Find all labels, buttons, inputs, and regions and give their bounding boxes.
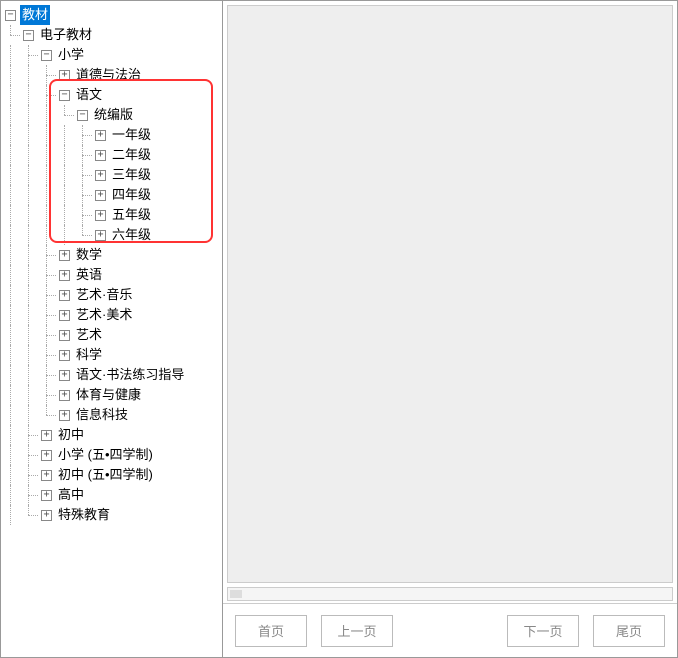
last-page-button[interactable]: 尾页	[593, 615, 665, 647]
tree-label[interactable]: 高中	[56, 485, 86, 505]
toggle-icon[interactable]	[59, 410, 70, 421]
tree-node-stage: 小学 (五•四学制)	[5, 445, 222, 465]
toggle-icon[interactable]	[41, 470, 52, 481]
tree-label[interactable]: 小学 (五•四学制)	[56, 445, 155, 465]
toggle-icon[interactable]	[95, 150, 106, 161]
tree-node-primary: 小学 道德与法治	[5, 45, 222, 425]
content-main	[227, 5, 673, 583]
tree-node-grade: 一年级	[5, 125, 222, 145]
tree-label[interactable]: 艺术·音乐	[74, 285, 134, 305]
toggle-icon[interactable]	[95, 190, 106, 201]
toggle-icon[interactable]	[41, 510, 52, 521]
tree-node-grade: 五年级	[5, 205, 222, 225]
tree-label[interactable]: 五年级	[110, 205, 153, 225]
tree-label[interactable]: 艺术·美术	[74, 305, 134, 325]
horizontal-scrollbar[interactable]	[227, 587, 673, 601]
next-page-button[interactable]: 下一页	[507, 615, 579, 647]
tree-label[interactable]: 科学	[74, 345, 104, 365]
toggle-icon[interactable]	[59, 330, 70, 341]
toggle-icon[interactable]	[59, 70, 70, 81]
tree-label[interactable]: 英语	[74, 265, 104, 285]
tree-node-subject: 信息科技	[5, 405, 222, 425]
tree-node-ebook: 电子教材 小学	[5, 25, 222, 525]
tree-label-root[interactable]: 教材	[20, 5, 50, 25]
tree-label[interactable]: 道德与法治	[74, 65, 143, 85]
toggle-icon[interactable]	[41, 430, 52, 441]
toggle-icon[interactable]	[59, 390, 70, 401]
tree-node-subject: 数学	[5, 245, 222, 265]
tree-label[interactable]: 语文·书法练习指导	[74, 365, 186, 385]
tree-label[interactable]: 小学	[56, 45, 86, 65]
toggle-icon[interactable]	[59, 350, 70, 361]
tree-node-subject: 艺术·音乐	[5, 285, 222, 305]
tree-node-edition: 统编版 一年级二年级三年级四年级五年级六年级	[5, 105, 222, 245]
tree-node-grade: 二年级	[5, 145, 222, 165]
tree-node-root: 教材 电子教材	[5, 5, 222, 525]
tree-label[interactable]: 统编版	[92, 105, 135, 125]
toggle-icon[interactable]	[41, 450, 52, 461]
tree-label[interactable]: 语文	[74, 85, 104, 105]
tree-label[interactable]: 三年级	[110, 165, 153, 185]
toggle-icon[interactable]	[41, 50, 52, 61]
tree-node-grade: 三年级	[5, 165, 222, 185]
tree-label[interactable]: 信息科技	[74, 405, 130, 425]
tree-node-chinese: 语文	[5, 85, 222, 245]
tree-node-stage: 初中 (五•四学制)	[5, 465, 222, 485]
toggle-icon[interactable]	[95, 230, 106, 241]
tree-node-stage: 高中	[5, 485, 222, 505]
tree-label[interactable]: 一年级	[110, 125, 153, 145]
tree-label[interactable]: 体育与健康	[74, 385, 143, 405]
app-container: 教材 电子教材	[0, 0, 678, 658]
tree-node-subject: 艺术·美术	[5, 305, 222, 325]
tree-node-subject: 体育与健康	[5, 385, 222, 405]
tree-node-subject: 英语	[5, 265, 222, 285]
tree-sidebar: 教材 电子教材	[1, 1, 223, 657]
tree-node-grade: 六年级	[5, 225, 222, 245]
tree-node-subject: 道德与法治	[5, 65, 222, 85]
toggle-icon[interactable]	[95, 210, 106, 221]
tree-label[interactable]: 初中 (五•四学制)	[56, 465, 155, 485]
tree-label[interactable]: 电子教材	[38, 25, 94, 45]
toggle-icon[interactable]	[59, 310, 70, 321]
tree-label[interactable]: 特殊教育	[56, 505, 112, 525]
toggle-icon[interactable]	[77, 110, 88, 121]
tree-node-subject: 艺术	[5, 325, 222, 345]
content-area: 首页 上一页 下一页 尾页	[223, 1, 677, 657]
first-page-button[interactable]: 首页	[235, 615, 307, 647]
tree-label[interactable]: 二年级	[110, 145, 153, 165]
tree-label[interactable]: 六年级	[110, 225, 153, 245]
tree-node-stage: 特殊教育	[5, 505, 222, 525]
toggle-icon[interactable]	[59, 270, 70, 281]
toggle-icon[interactable]	[95, 170, 106, 181]
tree-node-subject: 科学	[5, 345, 222, 365]
tree-node-subject: 语文·书法练习指导	[5, 365, 222, 385]
tree-node-stage: 初中	[5, 425, 222, 445]
tree-label[interactable]: 数学	[74, 245, 104, 265]
tree-label[interactable]: 四年级	[110, 185, 153, 205]
tree-node-grade: 四年级	[5, 185, 222, 205]
tree-label[interactable]: 初中	[56, 425, 86, 445]
prev-page-button[interactable]: 上一页	[321, 615, 393, 647]
toggle-icon[interactable]	[23, 30, 34, 41]
toggle-icon[interactable]	[59, 90, 70, 101]
toggle-icon[interactable]	[5, 10, 16, 21]
toggle-icon[interactable]	[59, 370, 70, 381]
pagination-bar: 首页 上一页 下一页 尾页	[223, 603, 677, 657]
toggle-icon[interactable]	[59, 290, 70, 301]
tree-label[interactable]: 艺术	[74, 325, 104, 345]
toggle-icon[interactable]	[41, 490, 52, 501]
toggle-icon[interactable]	[95, 130, 106, 141]
toggle-icon[interactable]	[59, 250, 70, 261]
